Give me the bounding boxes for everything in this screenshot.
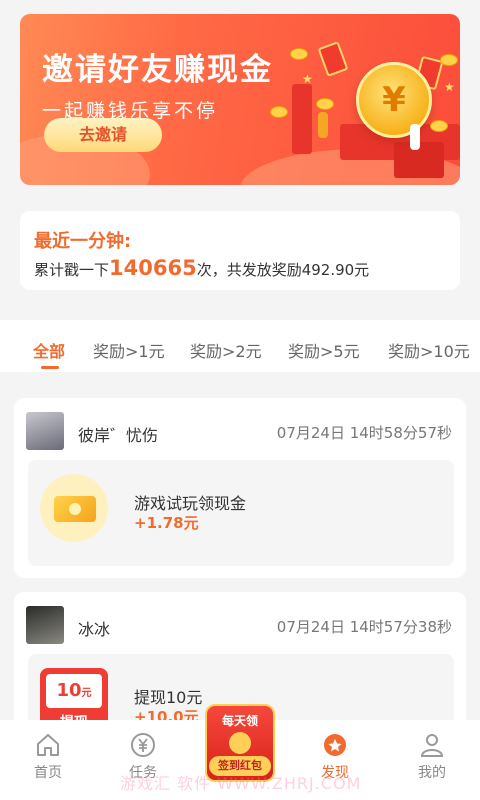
stats-suffix: 次，共发放奖励492.90元 [196, 261, 370, 279]
coin-icon [290, 48, 308, 60]
nav-label: 首页 [34, 765, 62, 781]
coin-icon [440, 54, 458, 66]
banner-pedestal [292, 84, 312, 154]
user-name: 彼岸゛忧伤 [78, 426, 159, 445]
tab-active-indicator [41, 366, 59, 369]
invite-button[interactable]: 去邀请 [44, 118, 162, 152]
coupon-amount: 10 [56, 680, 82, 701]
stats-summary: 累计戳一下140665次，共发放奖励492.90元 [34, 256, 369, 280]
user-icon [420, 734, 444, 757]
star-icon: ★ [302, 72, 313, 86]
reward-title: 游戏试玩领现金 [134, 494, 247, 513]
star-icon: ★ [444, 80, 455, 94]
reward-time: 07月24日 14时58分57秒 [276, 424, 452, 442]
money-icon [40, 474, 108, 542]
nav-home[interactable]: 首页 [18, 732, 78, 782]
reward-title: 提现10元 [134, 688, 203, 707]
yuan-icon [131, 733, 155, 757]
coupon-value: 10元 [46, 674, 102, 708]
banner-title: 邀请好友赚现金 [42, 52, 273, 88]
avatar[interactable] [26, 412, 64, 450]
nav-label: 我的 [418, 765, 446, 781]
stats-card: 最近一分钟: 累计戳一下140665次，共发放奖励492.90元 [20, 211, 460, 290]
reward-time: 07月24日 14时57分38秒 [276, 618, 452, 636]
reward-amount: +1.78元 [134, 514, 199, 532]
banknote-icon [54, 496, 96, 522]
discover-icon [324, 734, 346, 756]
feed-card[interactable]: 彼岸゛忧伤 07月24日 14时58分57秒 游戏试玩领现金 +1.78元 [14, 398, 466, 578]
person-figure [318, 112, 328, 138]
user-name: 冰冰 [78, 620, 111, 639]
tab-reward-5[interactable]: 奖励>5元 [288, 338, 360, 362]
tab-reward-10[interactable]: 奖励>10元 [388, 338, 470, 362]
reward-box[interactable]: 游戏试玩领现金 +1.78元 [28, 460, 454, 566]
red-envelope-icon [317, 41, 349, 77]
center-top-label: 每天领 [221, 714, 258, 728]
person-figure [410, 124, 420, 150]
tab-reward-2[interactable]: 奖励>2元 [190, 338, 262, 362]
tab-reward-1[interactable]: 奖励>1元 [93, 338, 165, 362]
invite-banner[interactable]: 邀请好友赚现金 一起赚钱乐享不停 去邀请 ¥ ★ ★ [20, 14, 460, 185]
tab-all[interactable]: 全部 [33, 338, 65, 362]
stats-title: 最近一分钟: [34, 231, 132, 252]
yuan-coin-icon: ¥ [356, 62, 432, 138]
watermark: 游戏汇 软件 WWW.ZHRJ.COM [120, 774, 362, 793]
coin-icon [316, 98, 334, 110]
stats-count: 140665 [109, 256, 197, 280]
redpacket-seal-icon [229, 732, 251, 754]
stats-prefix: 累计戳一下 [34, 261, 110, 279]
nav-mine[interactable]: 我的 [402, 732, 462, 782]
coupon-unit: 元 [81, 688, 92, 699]
coin-icon [430, 120, 448, 132]
coin-icon [270, 106, 288, 118]
avatar[interactable] [26, 606, 64, 644]
filter-tabs: 全部 奖励>1元 奖励>2元 奖励>5元 奖励>10元 [0, 320, 480, 372]
home-icon [37, 734, 59, 756]
